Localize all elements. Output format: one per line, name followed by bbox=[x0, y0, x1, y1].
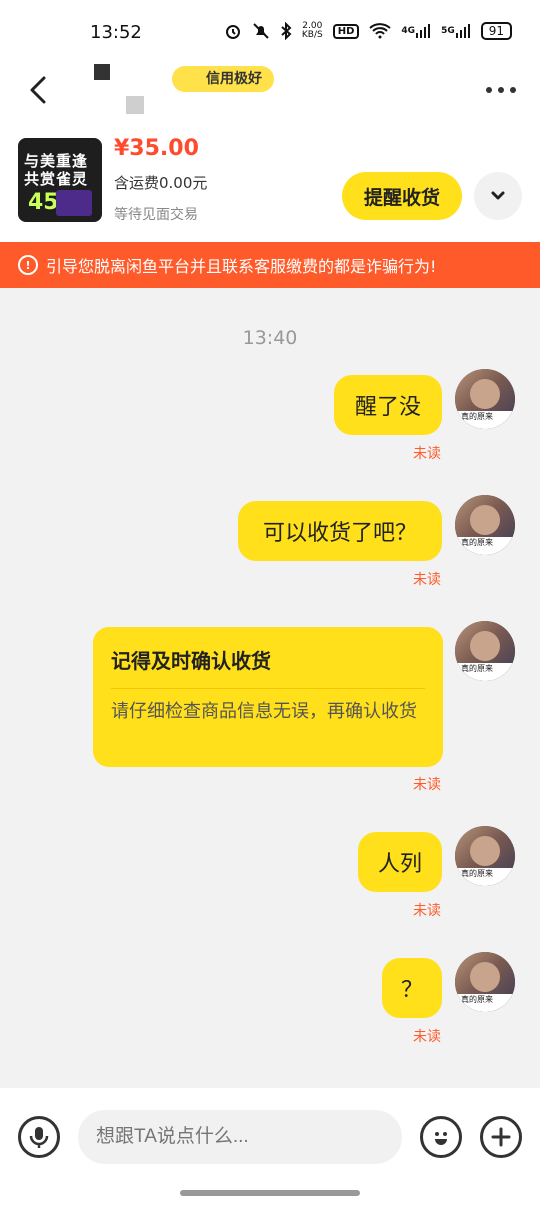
product-card[interactable]: 与美重逢 共赏雀灵 45 ¥35.00 含运费0.00元 等待见面交易 提醒收货 bbox=[0, 120, 540, 242]
remind-receipt-button[interactable]: 提醒收货 bbox=[342, 172, 462, 220]
signal-5g-icon: 5G bbox=[441, 23, 471, 39]
message-bubble[interactable]: 醒了没 bbox=[334, 375, 442, 435]
unread-label: 未读 bbox=[413, 1029, 441, 1045]
message-bubble[interactable]: 人列 bbox=[358, 832, 442, 892]
chevron-down-icon bbox=[491, 191, 505, 200]
hd-badge: HD bbox=[332, 23, 360, 39]
wifi-icon bbox=[369, 23, 392, 39]
avatar[interactable]: 真的原来 bbox=[455, 621, 515, 681]
voice-button[interactable] bbox=[18, 1116, 60, 1158]
more-button[interactable] bbox=[484, 80, 518, 100]
bluetooth-icon bbox=[280, 22, 292, 40]
seller-avatar-placeholder-2 bbox=[126, 96, 144, 114]
home-indicator[interactable] bbox=[180, 1190, 360, 1196]
confirm-receipt-card[interactable]: 记得及时确认收货 请仔细检查商品信息无误，再确认收货 bbox=[93, 627, 443, 767]
message-bubble[interactable]: 可以收货了吧？ bbox=[238, 501, 442, 561]
signal-4g-icon: 4G bbox=[401, 23, 431, 39]
message-bubble[interactable]: ？ bbox=[382, 958, 442, 1018]
trade-status: 等待见面交易 bbox=[114, 207, 198, 223]
expand-button[interactable] bbox=[474, 172, 522, 220]
card-divider bbox=[111, 688, 425, 689]
chevron-left-icon bbox=[30, 76, 46, 104]
microphone-icon bbox=[29, 1127, 49, 1148]
unread-label: 未读 bbox=[413, 903, 441, 919]
message-input[interactable] bbox=[78, 1110, 402, 1164]
avatar[interactable]: 真的原来 bbox=[455, 369, 515, 429]
battery-indicator: 91 bbox=[480, 22, 512, 40]
credit-tag: 信用极好 bbox=[172, 66, 274, 92]
emoji-button[interactable] bbox=[420, 1116, 462, 1158]
unread-label: 未读 bbox=[413, 446, 441, 462]
plus-button[interactable] bbox=[480, 1116, 522, 1158]
status-bar: 13:52 2.00 KB/S HD 4G 5G 91 bbox=[0, 0, 540, 60]
status-time: 13:52 bbox=[90, 22, 142, 43]
warning-circle-icon: ! bbox=[18, 255, 38, 275]
unread-label: 未读 bbox=[413, 572, 441, 588]
card-title: 记得及时确认收货 bbox=[111, 649, 271, 673]
chat-header: 信用极好 bbox=[0, 60, 540, 120]
unread-label: 未读 bbox=[413, 777, 441, 793]
product-price: ¥35.00 bbox=[114, 136, 199, 161]
more-dots-icon bbox=[486, 87, 492, 93]
mute-bell-icon bbox=[252, 22, 270, 40]
plus-icon bbox=[491, 1127, 511, 1147]
shipping-info: 含运费0.00元 bbox=[114, 174, 208, 192]
status-icons: 2.00 KB/S HD 4G 5G 91 bbox=[224, 22, 512, 40]
alarm-icon bbox=[224, 22, 242, 40]
chat-timestamp: 13:40 bbox=[242, 327, 298, 349]
warning-text: 引导您脱离闲鱼平台并且联系客服缴费的都是诈骗行为! bbox=[46, 257, 437, 276]
avatar[interactable]: 真的原来 bbox=[455, 495, 515, 555]
fraud-warning-banner: ! 引导您脱离闲鱼平台并且联系客服缴费的都是诈骗行为! bbox=[0, 242, 540, 288]
net-speed: 2.00 KB/S bbox=[301, 21, 323, 40]
seller-avatar-placeholder bbox=[94, 64, 110, 80]
input-bar bbox=[0, 1088, 540, 1206]
avatar[interactable]: 真的原来 bbox=[455, 952, 515, 1012]
product-image[interactable]: 与美重逢 共赏雀灵 45 bbox=[18, 138, 102, 222]
back-button[interactable] bbox=[20, 68, 60, 108]
card-body: 请仔细检查商品信息无误，再确认收货 bbox=[111, 701, 417, 722]
smile-icon bbox=[435, 1132, 447, 1145]
avatar[interactable]: 真的原来 bbox=[455, 826, 515, 886]
